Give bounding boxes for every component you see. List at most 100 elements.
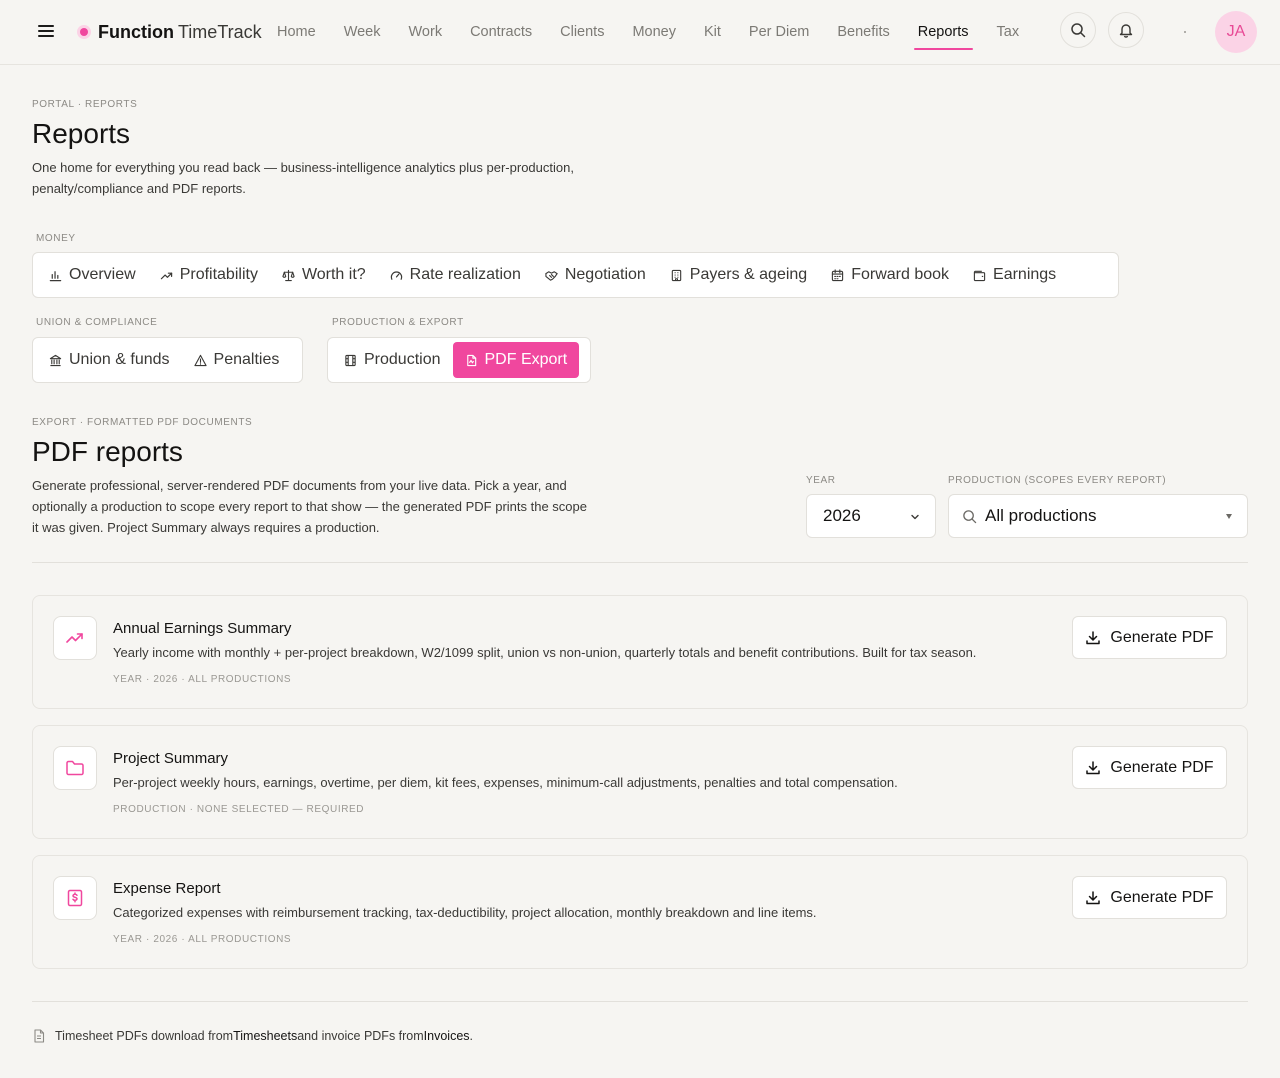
- footer-divider: [32, 1001, 1248, 1002]
- nav-item-per-diem[interactable]: Per Diem: [735, 0, 823, 64]
- footer-text-2: and invoice PDFs from: [297, 1029, 424, 1043]
- nav-item-clients[interactable]: Clients: [546, 0, 618, 64]
- money-group-label: MONEY: [36, 233, 76, 244]
- invoices-link[interactable]: Invoices: [424, 1029, 470, 1043]
- download-icon: [1086, 760, 1101, 774]
- generate-pdf-button[interactable]: Generate PDF: [1072, 746, 1227, 789]
- nav-item-tax[interactable]: Tax: [983, 0, 1034, 64]
- brand-name-bold: Function: [98, 21, 174, 42]
- tab-negotiation[interactable]: Negotiation: [533, 257, 658, 293]
- nav-item-contracts[interactable]: Contracts: [456, 0, 546, 64]
- tab-label: Production: [364, 351, 441, 368]
- report-icon-box: [53, 876, 97, 920]
- report-meta: YEAR · 2026 · ALL PRODUCTIONS: [113, 934, 292, 945]
- footer-text-1: Timesheet PDFs download from: [55, 1029, 234, 1043]
- nav-item-work[interactable]: Work: [395, 0, 457, 64]
- brand-logo[interactable]: Function TimeTrack: [80, 20, 262, 44]
- calendar-icon: [832, 268, 844, 281]
- report-title: Expense Report: [113, 880, 221, 897]
- report-card-annual-earnings: Annual Earnings Summary Yearly income wi…: [32, 595, 1248, 709]
- status-dot-icon: [1184, 31, 1186, 33]
- gauge-icon: [390, 270, 402, 280]
- file-text-icon: [34, 1029, 45, 1043]
- section-divider: [32, 562, 1248, 563]
- report-title: Annual Earnings Summary: [113, 620, 292, 637]
- film-icon: [345, 354, 356, 366]
- tab-label: Earnings: [993, 266, 1057, 283]
- file-pdf-icon: [466, 354, 476, 366]
- timesheets-link[interactable]: Timesheets: [233, 1029, 297, 1043]
- warning-icon: [193, 354, 207, 366]
- pdf-section-title: PDF reports: [32, 436, 183, 467]
- tab-label: Overview: [69, 266, 136, 283]
- report-meta: YEAR · 2026 · ALL PRODUCTIONS: [113, 674, 292, 685]
- nav-item-benefits[interactable]: Benefits: [823, 0, 903, 64]
- report-card-expense-report: Expense Report Categorized expenses with…: [32, 855, 1248, 969]
- menu-icon[interactable]: [36, 22, 56, 42]
- page-description: One home for everything you read back — …: [32, 160, 574, 196]
- report-description: Per-project weekly hours, earnings, over…: [113, 775, 898, 790]
- tab-payers-ageing[interactable]: Payers & ageing: [658, 257, 819, 293]
- money-tab-group: Overview Profitability Worth it? Rate re…: [32, 252, 1119, 298]
- brand-name-light: TimeTrack: [177, 21, 262, 42]
- tab-worth-it[interactable]: Worth it?: [270, 257, 378, 293]
- production-label: PRODUCTION (SCOPES EVERY REPORT): [948, 475, 1167, 486]
- scale-icon: [282, 269, 295, 281]
- caret-down-icon: [1226, 514, 1232, 519]
- nav-item-kit[interactable]: Kit: [690, 0, 735, 64]
- tab-earnings[interactable]: Earnings: [961, 257, 1068, 293]
- year-value: 2026: [823, 506, 861, 525]
- wallet-icon: [973, 270, 986, 281]
- nav-item-money[interactable]: Money: [618, 0, 690, 64]
- tab-production[interactable]: Production: [332, 342, 453, 378]
- receipt-icon: [67, 889, 83, 907]
- report-meta: PRODUCTION · NONE SELECTED — REQUIRED: [113, 804, 365, 815]
- generate-pdf-label: Generate PDF: [1110, 888, 1214, 906]
- bell-icon: [1119, 24, 1133, 38]
- tab-profitability[interactable]: Profitability: [148, 257, 270, 293]
- tab-label: Payers & ageing: [689, 266, 808, 283]
- footer-note: Timesheet PDFs download from Timesheets …: [32, 1026, 473, 1046]
- tab-label: PDF Export: [484, 351, 568, 368]
- nav-item-week[interactable]: Week: [330, 0, 395, 64]
- production-select[interactable]: All productions: [948, 494, 1248, 538]
- union-group-label: UNION & COMPLIANCE: [36, 317, 158, 328]
- footer-text-3: .: [469, 1029, 474, 1043]
- production-value: All productions: [985, 506, 1097, 525]
- trending-up-icon: [160, 272, 172, 279]
- nav-item-reports[interactable]: Reports: [904, 0, 983, 64]
- year-label: YEAR: [806, 475, 836, 486]
- bar-chart-icon: [49, 270, 62, 281]
- brand-dot-icon: [80, 28, 88, 36]
- tab-label: Rate realization: [409, 266, 521, 283]
- notifications-button[interactable]: [1108, 12, 1144, 48]
- tab-union-funds[interactable]: Union & funds: [37, 342, 182, 378]
- avatar[interactable]: JA: [1215, 11, 1257, 53]
- tab-label: Negotiation: [564, 266, 646, 283]
- tab-label: Union & funds: [69, 351, 170, 368]
- chevron-down-icon: [911, 514, 919, 520]
- handshake-icon: [545, 270, 558, 281]
- report-icon-box: [53, 746, 97, 790]
- search-button[interactable]: [1060, 12, 1096, 48]
- download-icon: [1086, 890, 1101, 904]
- nav-item-home[interactable]: Home: [263, 0, 330, 64]
- generate-pdf-button[interactable]: Generate PDF: [1072, 876, 1227, 919]
- tab-rate-realization[interactable]: Rate realization: [378, 257, 533, 293]
- report-card-project-summary: Project Summary Per-project weekly hours…: [32, 725, 1248, 839]
- tab-overview[interactable]: Overview: [37, 257, 148, 293]
- year-select[interactable]: 2026: [806, 494, 936, 538]
- tab-label: Penalties: [213, 351, 280, 368]
- generate-pdf-button[interactable]: Generate PDF: [1072, 616, 1227, 659]
- tab-pdf-export[interactable]: PDF Export: [452, 342, 580, 378]
- pdf-section-eyebrow: EXPORT · FORMATTED PDF DOCUMENTS: [32, 417, 253, 428]
- tab-forward-book[interactable]: Forward book: [819, 257, 961, 293]
- tab-penalties[interactable]: Penalties: [182, 342, 292, 378]
- landmark-icon: [49, 354, 62, 366]
- main-nav: Home Week Work Contracts Clients Money K…: [263, 0, 1033, 64]
- report-title: Project Summary: [113, 750, 229, 767]
- tab-label: Worth it?: [301, 266, 366, 283]
- download-icon: [1086, 630, 1101, 644]
- report-description: Yearly income with monthly + per-project…: [113, 645, 977, 660]
- top-bar: Function TimeTrack Home Week Work Contra…: [0, 0, 1280, 65]
